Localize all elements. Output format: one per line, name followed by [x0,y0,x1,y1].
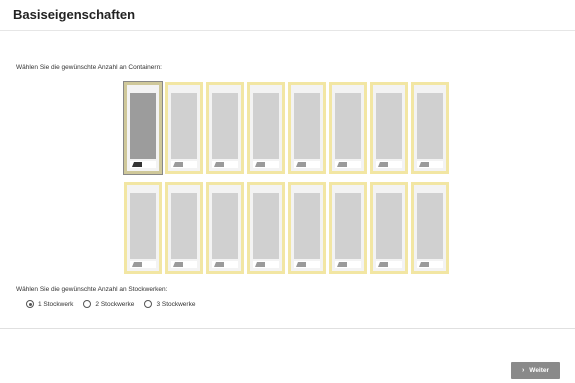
container-option[interactable] [329,182,367,274]
container-door [335,161,361,168]
next-button[interactable]: › Weiter [511,362,560,379]
container-panel [376,193,402,259]
container-panel [171,93,197,159]
container-panel [335,93,361,159]
door-step-icon [173,262,183,267]
door-step-icon [132,162,142,167]
container-panel [294,93,320,159]
container-door [417,261,443,268]
container-panel [335,193,361,259]
container-door [335,261,361,268]
container-option[interactable] [411,82,449,174]
container-panel [376,93,402,159]
container-door [212,261,238,268]
container-option[interactable] [165,182,203,274]
container-option[interactable] [124,182,162,274]
page-title: Basiseigenschaften [13,7,136,22]
container-panel [417,193,443,259]
radio-option-3-floors[interactable]: 3 Stockwerke [144,300,195,308]
container-door [294,261,320,268]
container-option[interactable] [370,82,408,174]
container-door [253,161,279,168]
containers-label: Wählen Sie die gewünschte Anzahl an Cont… [16,64,162,71]
container-door [130,261,156,268]
radio-label: 3 Stockwerke [156,300,196,308]
container-option[interactable] [247,82,285,174]
header: Basiseigenschaften [0,0,575,31]
container-grid [123,81,454,274]
container-panel [212,193,238,259]
container-door [376,261,402,268]
radio-option-2-floors[interactable]: 2 Stockwerke [83,300,134,308]
container-panel [417,93,443,159]
container-door [171,161,197,168]
door-step-icon [378,262,388,267]
container-door [294,161,320,168]
container-option[interactable] [206,82,244,174]
floors-radio-group: 1 Stockwerk 2 Stockwerke 3 Stockwerke [26,298,205,310]
container-panel [130,93,156,159]
container-option[interactable] [206,182,244,274]
container-option[interactable] [123,81,163,175]
container-door [253,261,279,268]
door-step-icon [337,162,347,167]
door-step-icon [255,262,265,267]
door-step-icon [296,262,306,267]
door-step-icon [173,162,183,167]
container-option[interactable] [411,182,449,274]
container-door [171,261,197,268]
container-panel [171,193,197,259]
container-option[interactable] [165,82,203,174]
radio-label: 1 Stockwerk [38,300,74,308]
door-step-icon [378,162,388,167]
door-step-icon [214,162,224,167]
door-step-icon [214,262,224,267]
radio-circle[interactable] [26,300,34,308]
radio-circle[interactable] [83,300,92,308]
container-panel [130,193,156,259]
door-step-icon [337,262,347,267]
door-step-icon [419,162,429,167]
radio-label: 2 Stockwerke [95,300,135,308]
container-option[interactable] [329,82,367,174]
container-door [376,161,402,168]
container-door [130,161,156,168]
next-button-label: Weiter [529,367,550,374]
container-panel [253,193,279,259]
container-option[interactable] [288,82,326,174]
container-option[interactable] [288,182,326,274]
door-step-icon [255,162,265,167]
radio-option-1-floor[interactable]: 1 Stockwerk [26,300,73,308]
container-option[interactable] [247,182,285,274]
container-panel [294,193,320,259]
door-step-icon [132,262,142,267]
footer-divider [0,328,575,329]
floors-label: Wählen Sie die gewünschte Anzahl an Stoc… [16,286,168,293]
container-option[interactable] [370,182,408,274]
container-door [212,161,238,168]
chevron-right-icon: › [521,367,525,374]
door-step-icon [419,262,429,267]
door-step-icon [296,162,306,167]
container-door [417,161,443,168]
container-panel [212,93,238,159]
container-panel [253,93,279,159]
radio-circle[interactable] [144,300,153,308]
